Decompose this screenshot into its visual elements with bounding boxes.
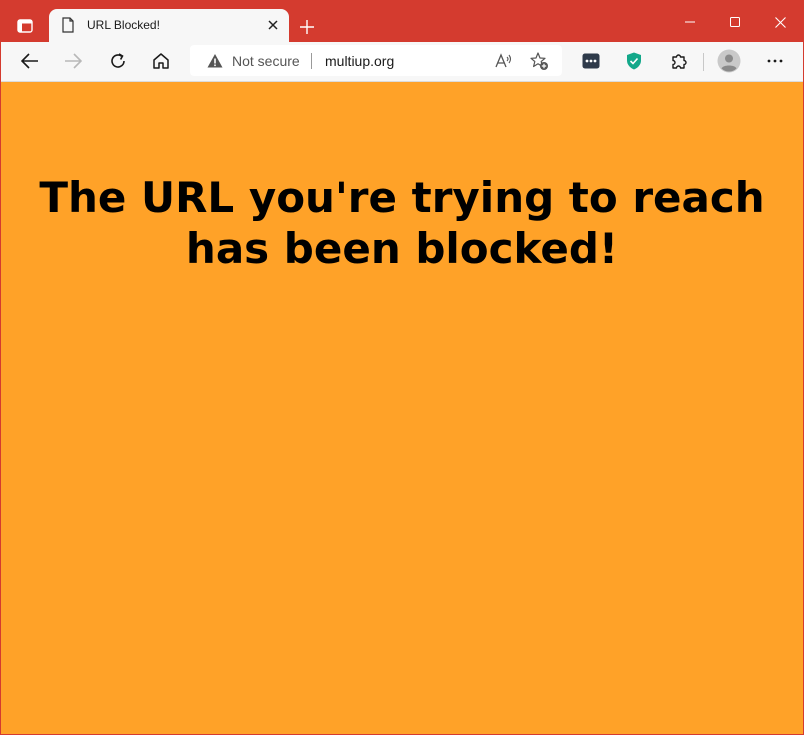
forward-button[interactable] [59, 48, 87, 74]
avatar-icon [717, 49, 741, 73]
tab-actions-button[interactable] [11, 14, 39, 38]
close-icon [268, 20, 278, 30]
back-button[interactable] [16, 48, 44, 74]
navigation-toolbar: Not secure multiup.org [1, 42, 803, 82]
close-tab-button[interactable] [265, 17, 281, 33]
page-icon [62, 17, 74, 33]
plus-icon [300, 20, 314, 34]
add-favorite-icon [530, 52, 548, 70]
back-arrow-icon [21, 53, 38, 69]
tab-actions-icon [17, 19, 33, 33]
heading-line-2: has been blocked! [185, 224, 619, 273]
maximize-button[interactable] [712, 9, 758, 35]
puzzle-icon [672, 54, 687, 69]
shield-icon [627, 52, 641, 70]
blocked-heading: The URL you're trying to reach has been … [1, 172, 803, 274]
url-text[interactable]: multiup.org [325, 53, 394, 69]
extensions-button[interactable] [665, 48, 693, 74]
refresh-button[interactable] [104, 48, 132, 74]
address-bar[interactable]: Not secure multiup.org [190, 45, 562, 76]
settings-menu-button[interactable] [761, 48, 789, 74]
security-status[interactable]: Not secure [232, 53, 300, 69]
more-icon [767, 59, 783, 63]
read-aloud-icon [495, 53, 512, 68]
add-favorite-button[interactable] [529, 51, 549, 71]
address-separator [311, 53, 312, 69]
toolbar-divider [703, 53, 704, 71]
browser-window: URL Blocked! Not secure multiup.org The … [0, 0, 804, 735]
read-aloud-button[interactable] [494, 51, 514, 71]
page-content: The URL you're trying to reach has been … [1, 82, 803, 734]
new-tab-button[interactable] [295, 15, 319, 39]
active-tab[interactable]: URL Blocked! [49, 9, 289, 42]
minimize-icon [685, 21, 695, 23]
forward-arrow-icon [65, 53, 82, 69]
extension-button-2[interactable] [620, 48, 648, 74]
close-icon [774, 16, 786, 28]
extension-button-1[interactable] [577, 48, 605, 74]
profile-button[interactable] [715, 48, 743, 74]
home-button[interactable] [147, 48, 175, 74]
minimize-button[interactable] [667, 9, 713, 35]
title-bar: URL Blocked! [1, 1, 803, 42]
home-icon [153, 53, 169, 69]
tab-title: URL Blocked! [87, 18, 160, 32]
heading-line-1: The URL you're trying to reach [39, 173, 765, 222]
close-window-button[interactable] [757, 9, 803, 35]
refresh-icon [111, 53, 125, 68]
maximize-icon [730, 17, 740, 27]
warning-icon [207, 54, 223, 68]
extension-dots-icon [582, 53, 600, 69]
